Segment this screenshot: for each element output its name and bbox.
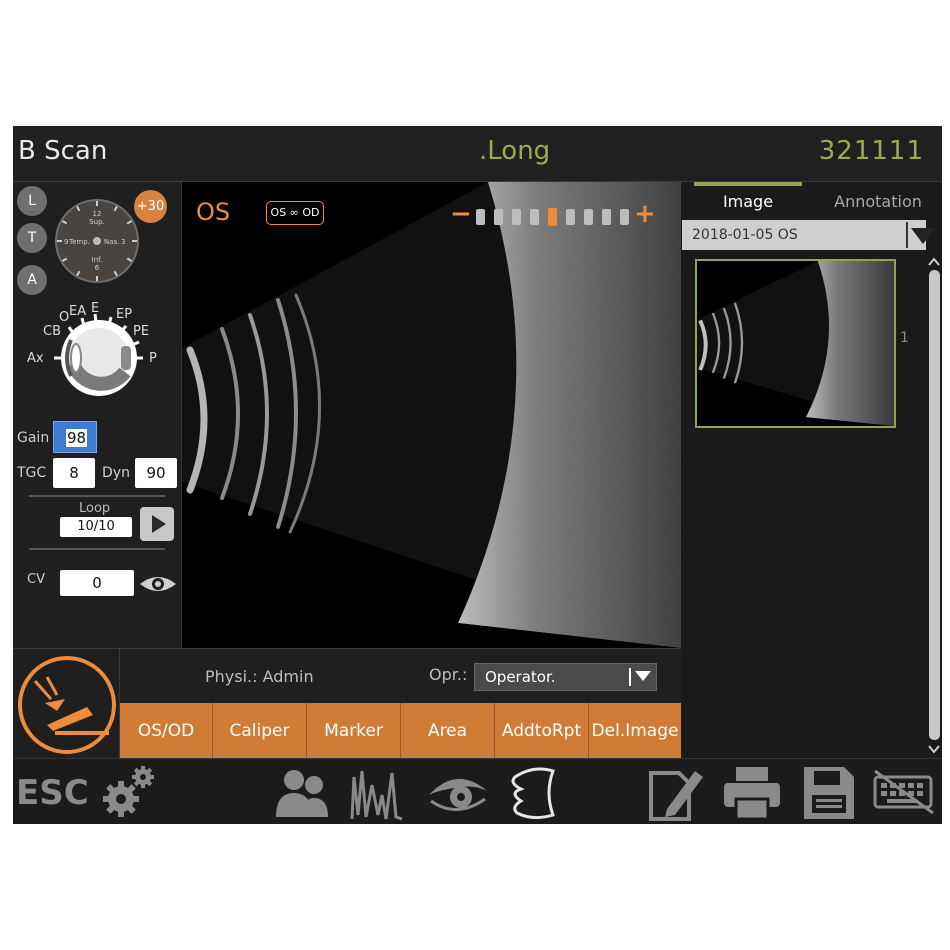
eye-label-pe: PE [133,324,149,339]
divider [906,222,908,248]
eye-label-ax: Ax [27,351,44,366]
scroll-down-icon[interactable] [926,742,942,756]
edit-icon[interactable] [645,765,703,821]
dyn-field[interactable]: 90 [135,458,177,488]
thumbnail-scan [697,261,894,426]
clock-bottom-hour: 6 [95,264,100,272]
gain-decrease-button[interactable]: − [450,199,472,229]
gain-level-segment[interactable] [494,209,503,225]
eye-label-cb: CB [43,324,61,339]
play-icon [152,515,166,533]
print-icon[interactable] [722,765,782,821]
clock-right-label: Nas. [104,238,119,246]
eye-label-o: O [59,310,69,325]
cv-label: CV [27,572,45,587]
gain-value: 98 [66,429,88,447]
gain-level-segment[interactable] [584,209,593,225]
image-browser-panel: Image Annotation 2018-01-05 OS 1 [682,182,942,758]
delete-image-button[interactable]: Del.Image [589,703,681,759]
a-scan-icon[interactable] [350,765,408,821]
gain-level-segment[interactable] [620,209,629,225]
operator-label: Opr.: [429,665,468,684]
add-to-report-button[interactable]: AddtoRpt [495,703,589,759]
probe-shape-icon[interactable] [507,763,563,821]
probe-icon [18,656,116,754]
thumbnail-scrollbar[interactable] [926,254,942,758]
tgc-field[interactable]: 8 [53,458,95,488]
operator-select[interactable]: Operator. [474,663,657,691]
gain-level-segment[interactable] [566,209,575,225]
left-control-panel: L T A +30 12 Sup. 9 Temp. Nas. 3 Inf. 6 [13,182,182,648]
tgc-label: TGC [17,465,47,481]
measurement-bar: Physi.: Admin Opr.: Operator. OS/OD Cali… [13,648,681,759]
b-scan-image[interactable]: OS OS ∞ OD − + [182,182,681,648]
clock-top-label: Sup. [89,218,105,226]
gain-increase-button[interactable]: + [634,199,656,229]
eye-label-p: P [149,351,157,366]
dropdown-arrow-icon [635,671,651,681]
clock-top-hour: 12 [93,210,102,218]
clock-left-hour: 9 [64,238,68,246]
patient-id: 321111 [818,136,924,166]
os-od-toggle[interactable]: OS ∞ OD [266,201,324,225]
gain-level-segment[interactable] [476,209,485,225]
keyboard-disabled-icon[interactable] [873,769,935,815]
plane-t-button[interactable]: T [17,223,47,253]
eye-label-e: E [91,301,99,316]
tab-annotation[interactable]: Annotation [822,182,934,216]
plane-a-button[interactable]: A [17,265,47,295]
visibility-eye-icon[interactable] [138,572,178,596]
dropdown-arrow-icon [911,228,935,244]
esc-button[interactable]: ESC [16,773,89,813]
eye-side-label: OS [196,198,231,226]
marker-button[interactable]: Marker [307,703,401,759]
os-od-button[interactable]: OS/OD [120,703,213,759]
ultrasound-scan [182,182,681,648]
scroll-up-icon[interactable] [926,254,942,268]
record-date: 2018-01-05 OS [692,227,798,243]
record-select[interactable]: 2018-01-05 OS [682,220,935,250]
plane-l-button[interactable]: L [17,186,47,216]
gear-icon[interactable] [101,763,157,821]
divider [29,548,165,550]
gain-level-segment[interactable] [530,209,539,225]
clock-position-dial[interactable]: 12 Sup. 9 Temp. Nas. 3 Inf. 6 [54,198,140,284]
eye-label-ep: EP [116,307,132,322]
clock-bottom-label: Inf. [92,256,103,264]
tab-image[interactable]: Image [694,182,802,216]
image-thumbnail[interactable] [695,259,896,428]
scroll-thumb[interactable] [929,270,940,740]
play-loop-button[interactable] [140,507,174,541]
gain-level-indicator[interactable] [476,208,636,227]
scan-mode-label: .Long [479,136,551,166]
app-title: B Scan [18,136,108,166]
divider [29,495,165,497]
b-scan-app: B Scan .Long 321111 L T A +3 0 12 Sup. 9 … [13,126,942,824]
patients-icon[interactable] [272,767,330,819]
clock-left-label: Temp. [68,238,90,246]
operator-value: Operator. [485,668,556,686]
gain-level-segment[interactable] [602,209,611,225]
dyn-label: Dyn [102,465,130,481]
gain-field[interactable]: 98 [53,421,97,453]
gain-level-segment-active[interactable] [548,208,557,226]
caliper-button[interactable]: Caliper [213,703,307,759]
header-bar: B Scan .Long 321111 [13,126,942,182]
save-icon[interactable] [800,763,856,821]
gain-label: Gain [17,430,50,446]
area-button[interactable]: Area [401,703,495,759]
probe-selector[interactable] [13,649,120,759]
eye-icon[interactable] [427,769,489,813]
divider [629,668,631,686]
loop-counter: 10/10 [60,517,132,537]
bottom-toolbar: ESC [13,758,942,824]
loop-label: Loop [79,501,111,516]
eye-label-ea: EA [69,304,86,319]
gain-level-segment[interactable] [512,209,521,225]
clock-right-hour: 3 [121,238,125,246]
cv-field[interactable]: 0 [60,570,134,596]
physician-label: Physi.: Admin [205,667,314,686]
thumbnail-index: 1 [900,330,909,346]
eye-region-selector[interactable]: Ax CB O EA E EP PE P [21,298,171,408]
